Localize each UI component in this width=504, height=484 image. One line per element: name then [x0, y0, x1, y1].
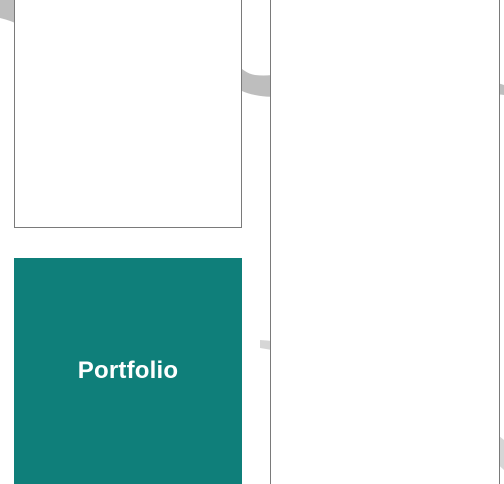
- right-panel: [270, 0, 500, 484]
- portfolio-label: Portfolio: [77, 357, 179, 384]
- page-canvas: Portfolio: [0, 0, 504, 484]
- portfolio-tile[interactable]: Portfolio: [14, 258, 242, 484]
- left-top-panel: [14, 0, 242, 228]
